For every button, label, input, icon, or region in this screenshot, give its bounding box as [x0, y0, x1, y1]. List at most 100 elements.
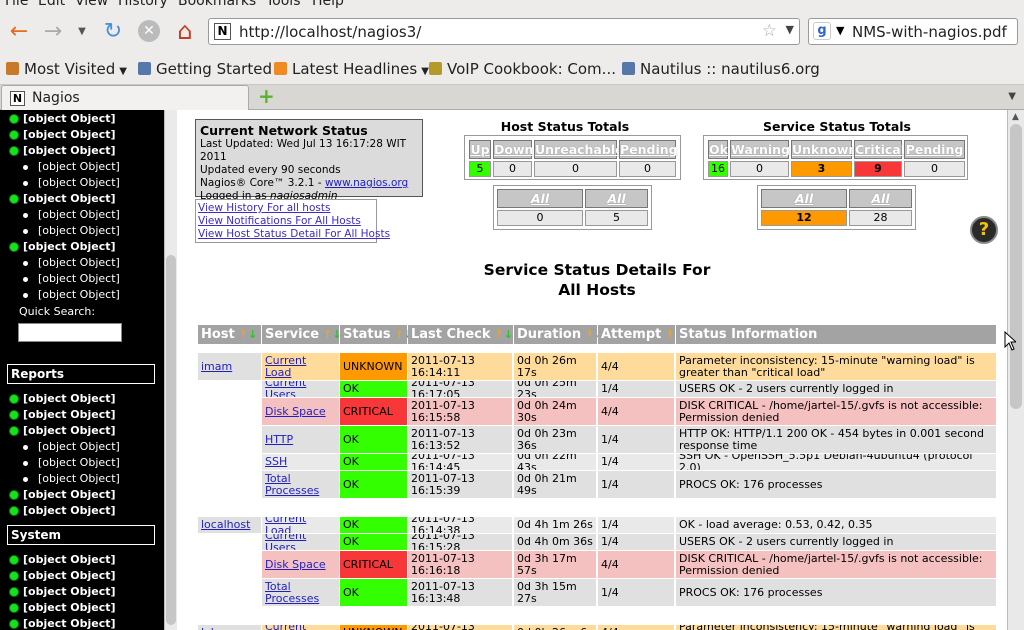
sidebar-item-trends[interactable]: [object Object] — [23, 408, 116, 421]
bookmark-item[interactable]: Getting Started — [138, 60, 272, 78]
sidebar-item-downtime[interactable]: [object Object] — [23, 569, 116, 582]
column-header-last-check[interactable]: Last Check ↑↓ — [408, 325, 513, 344]
service-header-pending[interactable]: Pending — [904, 140, 965, 159]
new-tab-button[interactable]: + — [258, 86, 275, 106]
sort-down-icon[interactable]: ↓ — [248, 328, 257, 341]
host-summary-header[interactable]: All Types — [585, 189, 648, 223]
sidebar-item-summary[interactable]: [object Object] — [38, 456, 120, 469]
host-header-up[interactable]: Up — [469, 140, 491, 159]
service-link[interactable]: Current Load — [265, 625, 336, 630]
help-icon[interactable]: ? — [970, 216, 998, 244]
sidebar-item-history[interactable]: [object Object] — [38, 440, 120, 453]
service-link[interactable]: Disk Space — [265, 405, 326, 418]
sidebar-item-performance-info[interactable]: [object Object] — [23, 601, 116, 614]
service-link[interactable]: Current Users — [265, 534, 336, 550]
sidebar-item-services[interactable]: [object Object] — [23, 128, 116, 141]
menu-tools[interactable]: Tools — [266, 0, 301, 9]
sidebar-item-grid[interactable]: [object Object] — [38, 176, 120, 189]
sidebar-scroll-thumb[interactable] — [166, 255, 176, 625]
sidebar-item-summary[interactable]: [object Object] — [38, 160, 120, 173]
search-bar[interactable]: g ▼ NMS-with-nagios.pdf — [808, 18, 1018, 45]
page-scroll-thumb[interactable] — [1010, 124, 1022, 409]
sidebar-item-network-outages[interactable]: [object Object] — [38, 288, 120, 301]
sidebar-item-grid[interactable]: [object Object] — [38, 224, 120, 237]
sidebar-item-problems[interactable]: [object Object] — [23, 240, 116, 253]
sidebar-item-service-groups[interactable]: [object Object] — [23, 192, 116, 205]
sidebar-item-host-groups[interactable]: [object Object] — [23, 144, 116, 157]
sidebar-item-event-log[interactable]: [object Object] — [23, 504, 116, 517]
sort-up-icon[interactable]: ↑ — [395, 328, 404, 341]
service-link[interactable]: SSH — [265, 456, 287, 468]
service-link[interactable]: Current Users — [265, 381, 336, 397]
sort-down-icon[interactable]: ↓ — [504, 328, 513, 341]
bookmark-item[interactable]: Nautilus :: nautilus6.org — [622, 60, 820, 78]
scroll-up-icon[interactable]: ▲ — [1012, 112, 1019, 122]
service-link[interactable]: Disk Space — [265, 558, 326, 571]
column-header-status[interactable]: Status↑↓ — [340, 325, 413, 344]
column-header-status-information[interactable]: Status Information — [676, 325, 996, 344]
history-dropdown[interactable]: ▼ — [72, 16, 92, 46]
sort-up-icon[interactable]: ↑ — [665, 328, 674, 341]
sort-up-icon[interactable]: ↑ — [495, 328, 504, 341]
column-header-service[interactable]: Service ↑↓ — [262, 325, 341, 344]
menu-file[interactable]: File — [5, 0, 28, 9]
column-header-host[interactable]: Host ↑↓ — [198, 325, 261, 344]
back-button[interactable]: ← — [4, 16, 34, 46]
service-header-critical[interactable]: Critical — [854, 140, 905, 159]
sidebar-item-summary[interactable]: [object Object] — [38, 208, 120, 221]
google-search-icon[interactable]: g — [813, 22, 831, 40]
column-header-duration[interactable]: Duration↑↓ — [514, 325, 604, 344]
service-summary-header[interactable]: All Types — [849, 189, 912, 223]
host-header-down[interactable]: Down — [493, 140, 533, 159]
service-link[interactable]: HTTP — [265, 433, 293, 446]
nagios-link[interactable]: www.nagios.org — [325, 177, 408, 189]
sidebar-item-hosts-unhandled-[interactable]: [object Object] — [38, 272, 120, 285]
forward-button[interactable]: → — [38, 16, 68, 46]
tab-nagios[interactable]: N Nagios — [1, 85, 249, 110]
service-link[interactable]: Current Load — [265, 517, 336, 533]
host-link[interactable]: imam — [201, 360, 232, 373]
sort-up-icon[interactable]: ↑ — [323, 328, 332, 341]
view-host-status-link[interactable]: View Host Status Detail For All Hosts — [198, 228, 390, 241]
host-summary-header[interactable]: All Problems — [497, 189, 583, 223]
bookmark-star-icon[interactable]: ☆ — [762, 21, 777, 41]
sidebar-item-process-info[interactable]: [object Object] — [23, 585, 116, 598]
search-engine-dropdown-icon[interactable]: ▼ — [836, 24, 844, 37]
quick-search-input[interactable] — [18, 323, 122, 342]
sort-up-icon[interactable]: ↑ — [239, 328, 248, 341]
service-header-ok[interactable]: Ok — [708, 140, 728, 159]
sidebar-item-histogram[interactable]: [object Object] — [38, 472, 120, 485]
host-header-unreachable[interactable]: Unreachable — [534, 140, 624, 159]
menu-help[interactable]: Help — [312, 0, 344, 9]
tab-list-dropdown-icon[interactable]: ▼ — [1008, 91, 1016, 102]
url-dropdown-icon[interactable]: ▼ — [786, 23, 794, 36]
service-link[interactable]: Current Load — [265, 354, 336, 379]
view-notifications-link[interactable]: View Notifications For All Hosts — [198, 215, 374, 228]
service-link[interactable]: Total Processes — [265, 472, 336, 497]
home-button[interactable]: ⌂ — [170, 16, 200, 46]
service-summary-header[interactable]: All Problems — [761, 189, 847, 223]
column-header-attempt[interactable]: Attempt↑↓ — [598, 325, 684, 344]
menu-edit[interactable]: Edit — [38, 0, 65, 9]
service-header-warning[interactable]: Warning — [730, 140, 790, 159]
service-link[interactable]: Total Processes — [265, 580, 336, 605]
reload-button[interactable]: ↻ — [98, 16, 128, 46]
menu-history[interactable]: History — [118, 0, 168, 9]
sidebar-item-notifications[interactable]: [object Object] — [23, 488, 116, 501]
service-header-unknown[interactable]: Unknown — [791, 140, 857, 159]
page-scrollbar[interactable]: ▲ — [1007, 110, 1024, 630]
host-header-pending[interactable]: Pending — [619, 140, 678, 159]
menu-bookmarks[interactable]: Bookmarks — [178, 0, 256, 9]
sidebar-item-alerts[interactable]: [object Object] — [23, 424, 116, 437]
stop-button[interactable]: ✕ — [134, 16, 164, 46]
sidebar-scrollbar[interactable] — [164, 110, 177, 630]
menu-view[interactable]: View — [75, 0, 108, 9]
url-bar[interactable]: N http://localhost/nagios3/ ☆ ▼ — [208, 18, 800, 45]
bookmark-item[interactable]: Most Visited ▼ — [6, 60, 127, 78]
bookmark-item[interactable]: Latest Headlines ▼ — [274, 60, 429, 78]
bookmark-item[interactable]: VoIP Cookbook: Com... — [429, 60, 616, 78]
sidebar-item-availability[interactable]: [object Object] — [23, 392, 116, 405]
sidebar-item-services-unhandled-[interactable]: [object Object] — [38, 256, 120, 269]
sort-up-icon[interactable]: ↑ — [585, 328, 594, 341]
view-history-link[interactable]: View History For all hosts — [198, 202, 374, 215]
